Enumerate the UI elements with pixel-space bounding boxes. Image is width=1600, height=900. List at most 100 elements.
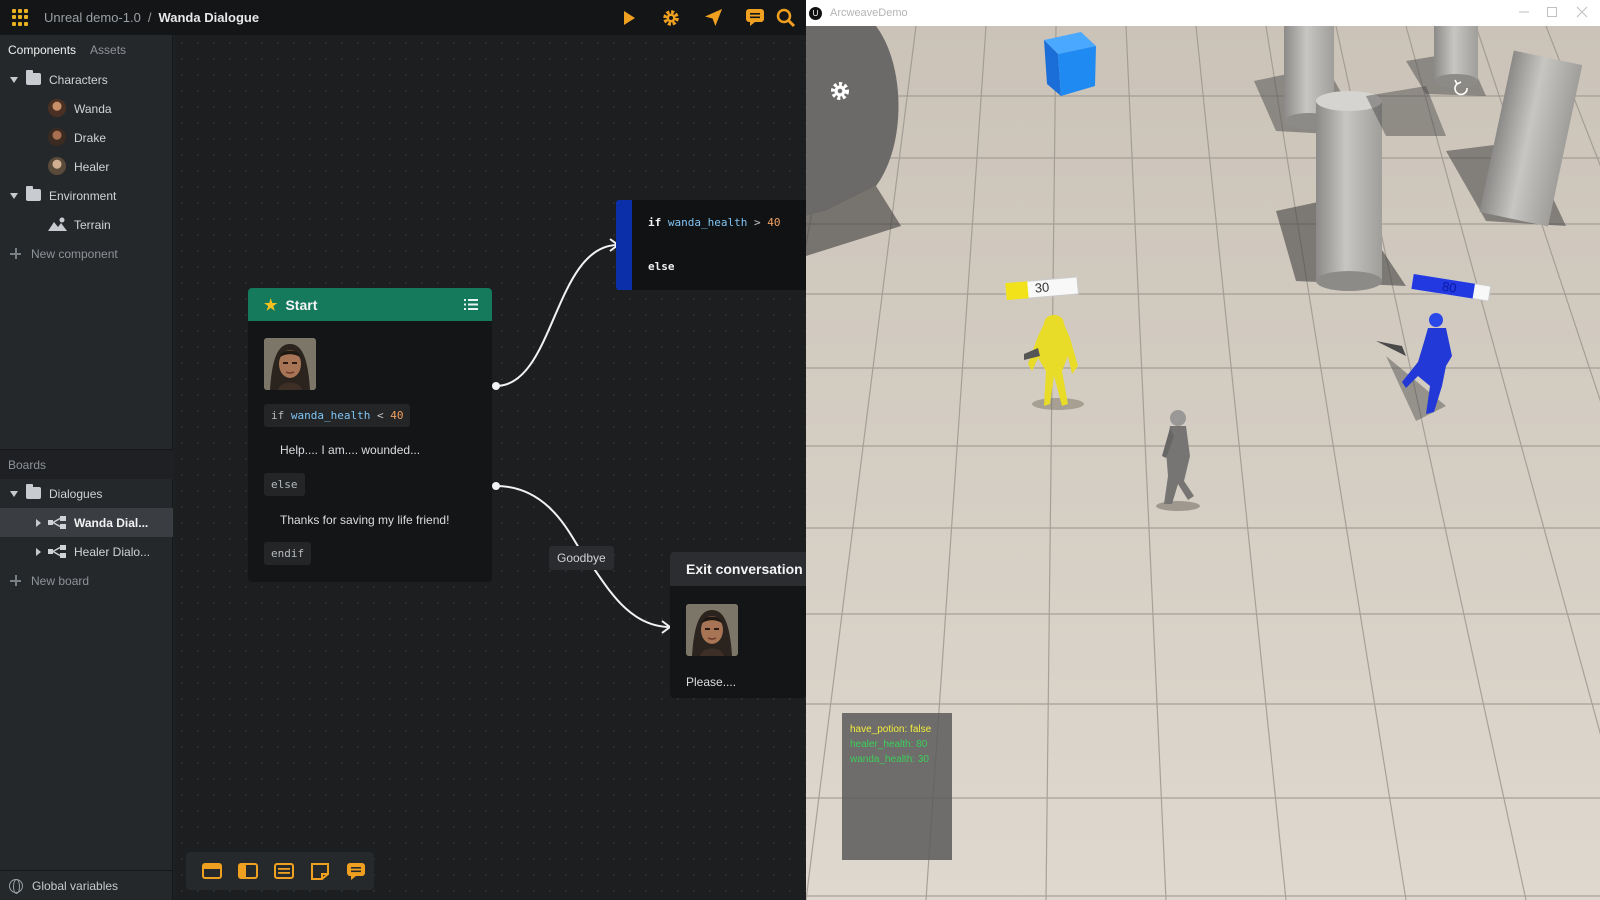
condition-if-line: if wanda_health > 40 — [648, 216, 780, 229]
play-button[interactable] — [608, 0, 650, 35]
boards-header: Boards — [0, 449, 173, 479]
board-item-wanda-dialogue[interactable]: Wanda Dial... — [0, 508, 173, 537]
blue-health-text: 80 — [1441, 279, 1458, 296]
if-condition-chip: if wanda_health < 40 — [264, 404, 411, 427]
tree-item-label: Healer — [74, 159, 110, 174]
global-variables-label: Global variables — [32, 878, 119, 893]
arcweave-app: Unreal demo-1.0 / Wanda Dialogue Compone… — [0, 0, 806, 900]
tree-folder-characters[interactable]: Characters — [0, 65, 172, 94]
add-comment-button[interactable] — [338, 856, 374, 886]
tree-item-healer[interactable]: Healer — [0, 152, 172, 181]
new-component-button[interactable]: New component — [0, 239, 172, 268]
caret-right-icon[interactable] — [36, 519, 41, 527]
new-component-label: New component — [31, 246, 118, 261]
maximize-icon[interactable] — [1546, 6, 1558, 18]
caret-right-icon[interactable] — [36, 548, 41, 556]
add-branch-button[interactable] — [230, 856, 266, 886]
global-variables-button[interactable]: Global variables — [0, 870, 173, 900]
add-element-button[interactable] — [194, 856, 230, 886]
breadcrumb-board: Wanda Dialogue — [158, 10, 260, 25]
debug-variables-panel: have_potion: false healer_health: 80 wan… — [842, 713, 952, 860]
wanda-portrait — [264, 338, 316, 390]
new-board-label: New board — [31, 573, 90, 588]
start-node-title: Start — [285, 296, 318, 313]
board-icon — [48, 545, 66, 558]
minimize-icon[interactable] — [1518, 6, 1530, 18]
boards-tree: Dialogues Wanda Dial... Healer Dialo... … — [0, 479, 173, 595]
tree-item-wanda[interactable]: Wanda — [0, 94, 172, 123]
gear-icon — [663, 9, 679, 26]
share-button[interactable] — [692, 0, 734, 35]
wanda-portrait — [686, 604, 738, 656]
search-button[interactable] — [776, 0, 806, 35]
tab-assets[interactable]: Assets — [90, 43, 126, 57]
dialogue-line: Thanks for saving my life friend! — [280, 513, 450, 527]
folder-label: Characters — [49, 72, 108, 87]
condition-else-line: else — [648, 260, 675, 273]
note-icon — [311, 862, 329, 880]
tab-components[interactable]: Components — [8, 43, 76, 57]
folder-icon — [26, 186, 41, 201]
dialogue-line: Help.... I am.... wounded... — [280, 443, 421, 457]
element-icon — [202, 863, 222, 879]
board-icon — [48, 516, 66, 529]
folder-icon — [26, 484, 41, 499]
send-icon — [704, 8, 722, 27]
output-port — [492, 382, 500, 390]
avatar — [48, 99, 66, 117]
tree-item-label: Drake — [74, 130, 107, 145]
board-canvas[interactable]: ★ Start if wanda_health < 40 Help.... I … — [174, 35, 806, 900]
star-icon: ★ — [264, 296, 278, 314]
close-icon[interactable] — [1576, 6, 1588, 18]
tree-folder-environment[interactable]: Environment — [0, 181, 172, 210]
blue-cube — [1044, 32, 1096, 96]
caret-down-icon[interactable] — [10, 193, 18, 199]
sidebar-tabs: Components Assets — [0, 35, 172, 65]
keyword-endif: endif — [271, 547, 305, 560]
value: 40 — [767, 216, 781, 229]
settings-button[interactable] — [650, 0, 692, 35]
game-window-title: ArcweaveDemo — [830, 7, 908, 19]
endif-chip: endif — [264, 542, 312, 565]
unreal-logo-icon: U — [809, 6, 822, 20]
output-port — [492, 482, 500, 490]
globe-icon — [9, 878, 23, 894]
board-item-label: Healer Dialo... — [74, 544, 151, 559]
yellow-health-text: 30 — [1034, 279, 1050, 295]
breadcrumb-project[interactable]: Unreal demo-1.0 — [44, 10, 141, 25]
tree-item-drake[interactable]: Drake — [0, 123, 172, 152]
sidebar: Components Assets Characters Wanda Drake… — [0, 35, 173, 900]
comment-icon — [746, 9, 764, 26]
operator: < — [376, 409, 384, 422]
avatar — [48, 157, 66, 175]
apps-grid-icon[interactable] — [12, 8, 30, 27]
hud-have-potion: have_potion: false — [850, 724, 932, 735]
comments-button[interactable] — [734, 0, 776, 35]
plus-icon — [10, 248, 21, 259]
caret-down-icon[interactable] — [10, 491, 18, 497]
new-board-button[interactable]: New board — [0, 566, 173, 595]
caret-down-icon[interactable] — [10, 77, 18, 83]
play-icon — [624, 10, 635, 25]
hud-wanda-health: wanda_health: 30 — [850, 754, 929, 765]
add-jumper-button[interactable] — [266, 856, 302, 886]
start-node[interactable]: ★ Start if wanda_health < 40 Help.... I … — [248, 288, 492, 582]
folder-label: Dialogues — [49, 486, 103, 501]
tree-item-label: Terrain — [74, 217, 111, 232]
variable-name: wanda_health — [667, 216, 748, 229]
list-icon[interactable] — [464, 299, 478, 310]
condition-node[interactable]: if wanda_health > 40 else — [616, 200, 806, 290]
connection-label-goodbye[interactable]: Goodbye — [549, 546, 614, 570]
else-chip: else — [264, 473, 305, 496]
add-note-button[interactable] — [302, 856, 338, 886]
board-item-healer-dialogue[interactable]: Healer Dialo... — [0, 537, 173, 566]
exit-conversation-node[interactable]: Exit conversation Please.... — [670, 552, 806, 698]
terrain-icon — [48, 217, 67, 231]
tree-folder-dialogues[interactable]: Dialogues — [0, 479, 173, 508]
breadcrumb-separator: / — [147, 10, 152, 25]
exit-node-header[interactable]: Exit conversation — [670, 552, 806, 586]
tree-item-terrain[interactable]: Terrain — [0, 210, 172, 239]
start-node-header[interactable]: ★ Start — [248, 288, 492, 321]
tree-item-label: Wanda — [74, 101, 112, 116]
dialogue-line: Please.... — [686, 675, 737, 689]
